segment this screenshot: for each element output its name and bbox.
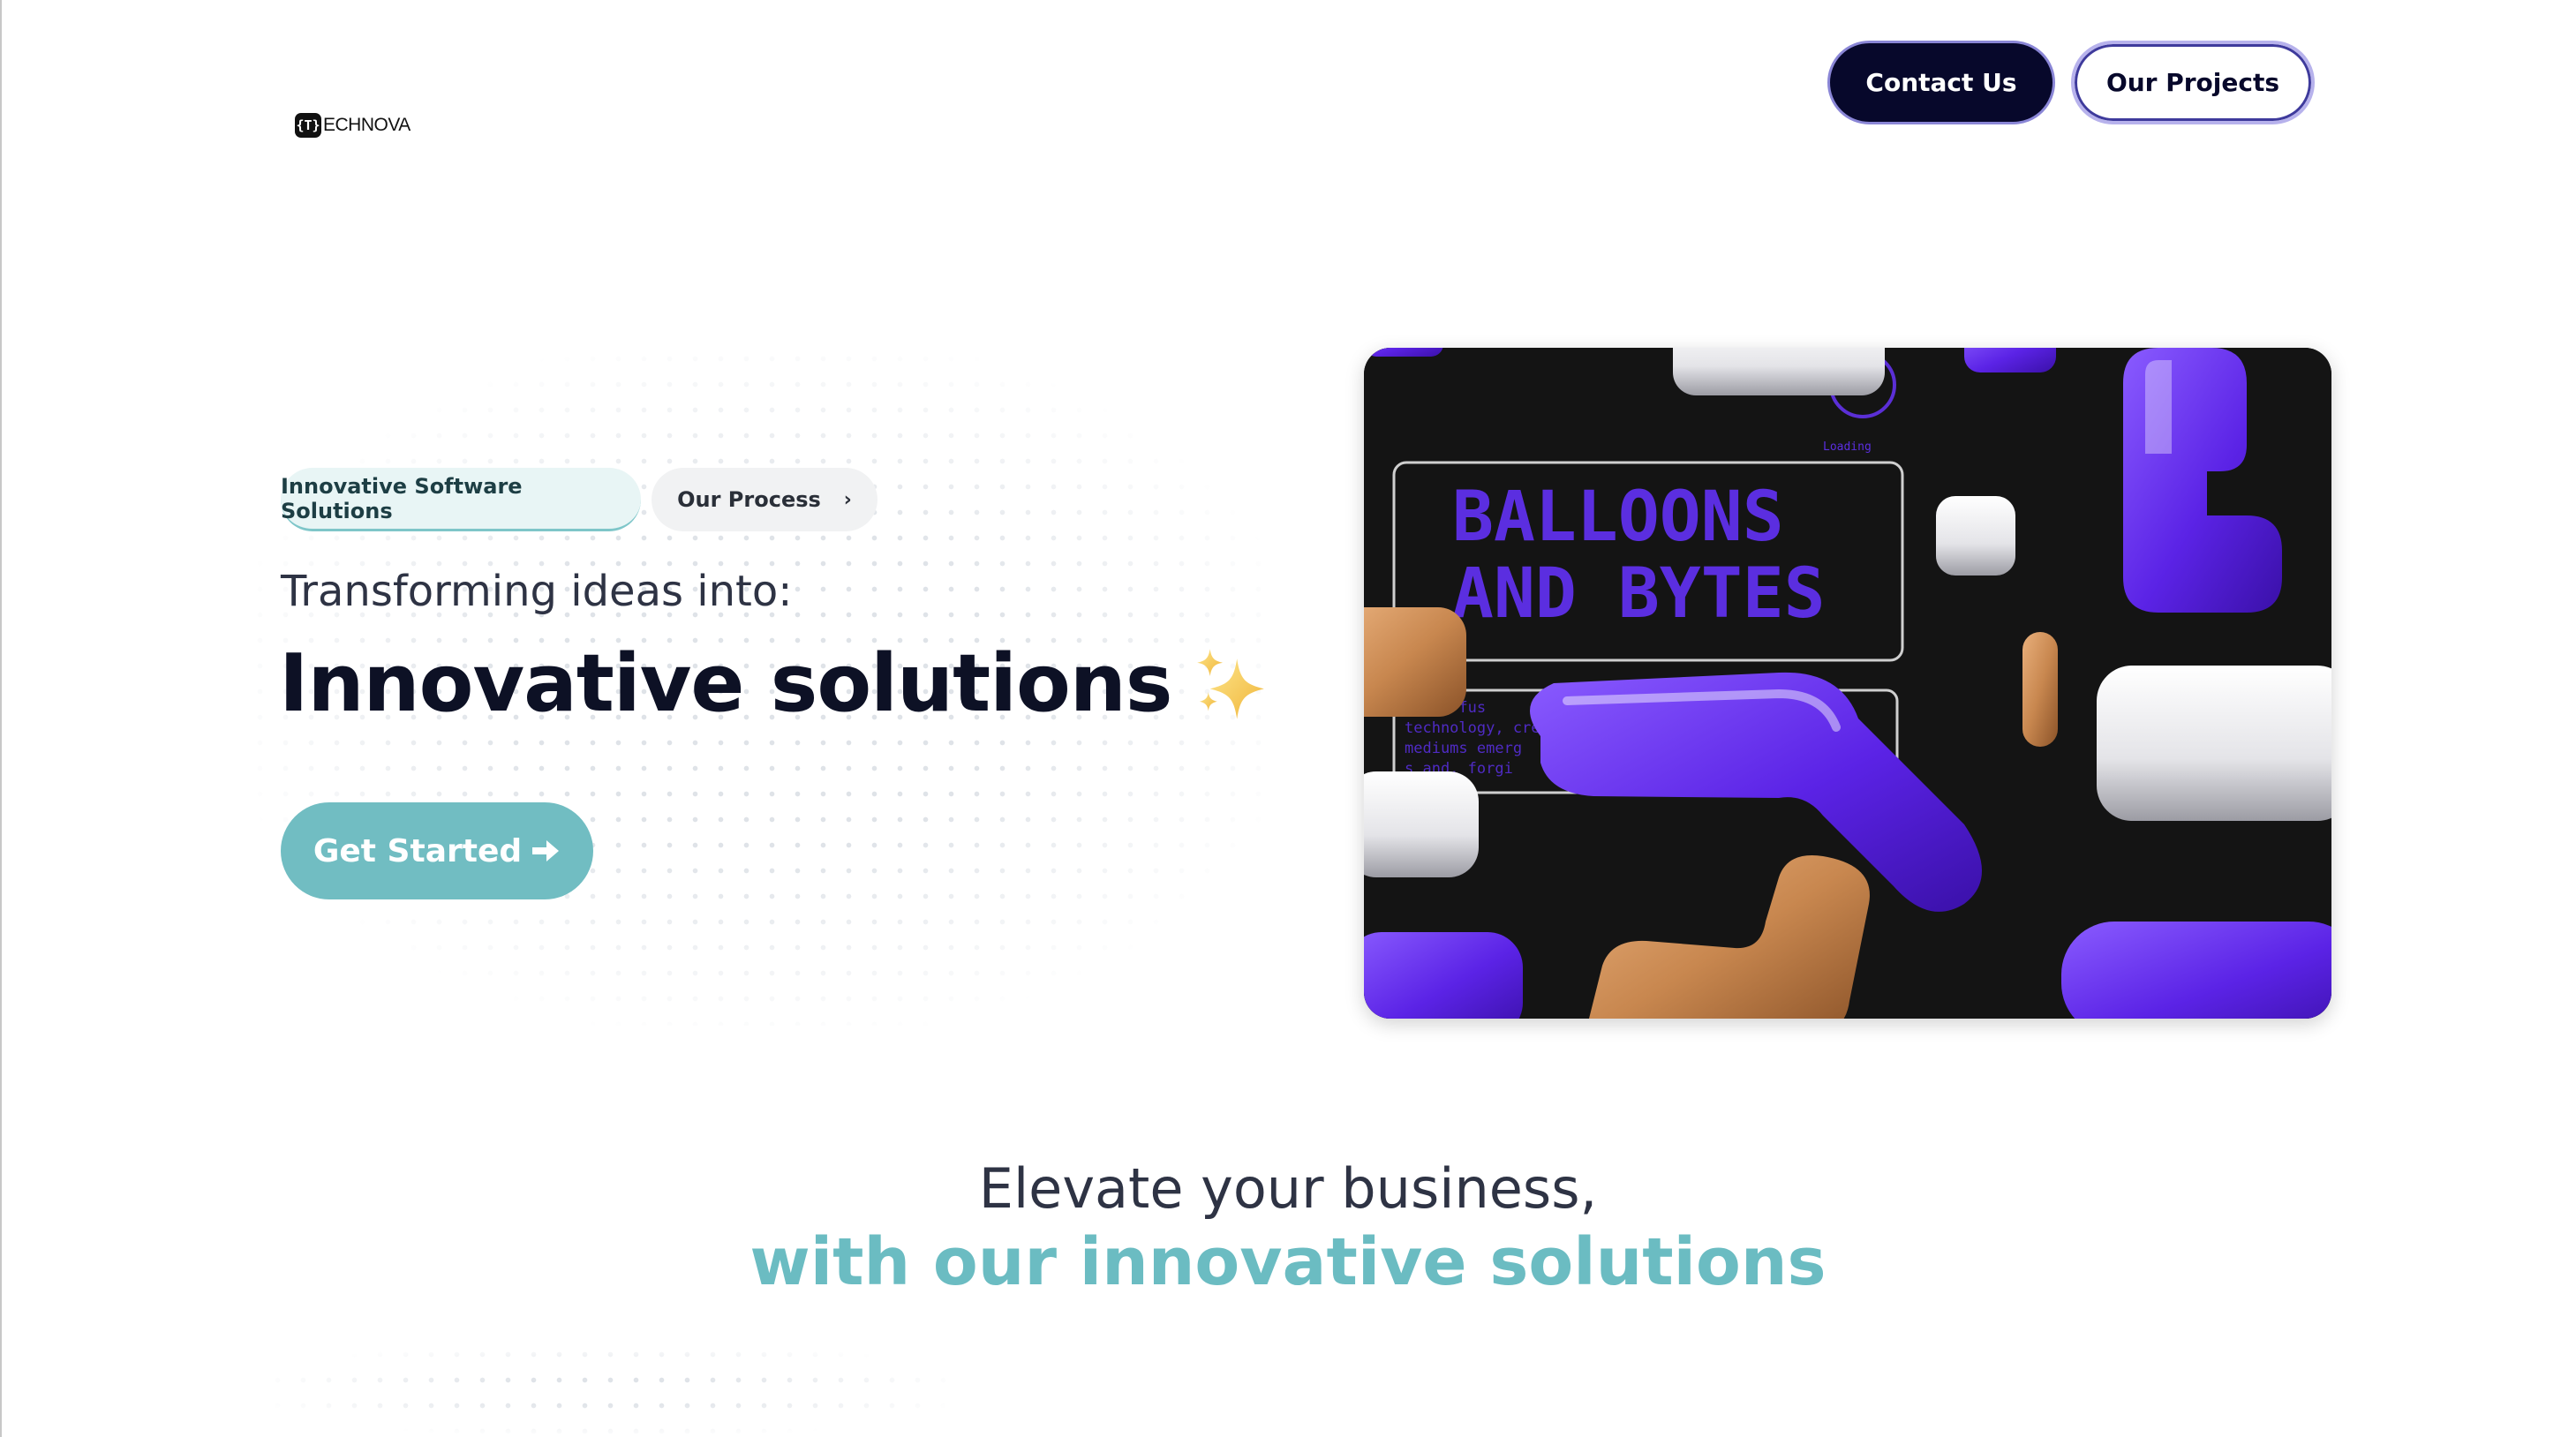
hero-headline: Innovative solutions bbox=[279, 637, 1270, 730]
logo-text: ECHNOVA bbox=[323, 115, 411, 135]
our-process-label: Our Process bbox=[677, 487, 821, 512]
hero-subheading: Transforming ideas into: bbox=[281, 567, 793, 616]
image-title-line-2: AND BYTES bbox=[1452, 554, 1826, 634]
arrow-right-icon bbox=[532, 840, 560, 861]
get-started-label: Get Started bbox=[313, 832, 523, 869]
sparkles-icon bbox=[1197, 648, 1265, 719]
section-heading-line-2: with our innovative solutions bbox=[749, 1224, 1827, 1300]
chevron-right-icon: › bbox=[843, 488, 852, 511]
brand-logo[interactable]: {T} ECHNOVA bbox=[295, 113, 411, 138]
image-body-line: mediums emerg bbox=[1405, 740, 1522, 757]
image-title-line-1: BALLOONS bbox=[1452, 478, 1784, 557]
section-heading-line-1: Elevate your business, bbox=[978, 1156, 1598, 1221]
innovative-software-solutions-badge: Innovative Software Solutions bbox=[281, 468, 641, 531]
image-body-line: technology, cre bbox=[1405, 719, 1540, 737]
get-started-button[interactable]: Get Started bbox=[281, 802, 593, 899]
contact-us-button[interactable]: Contact Us bbox=[1827, 41, 2055, 124]
hero-headline-text: Innovative solutions bbox=[279, 637, 1172, 730]
logo-mark: {T} bbox=[295, 113, 321, 138]
hero-image-balloons-and-bytes: BALLOONS AND BYTES Loading g the fus tec… bbox=[1364, 348, 2331, 1019]
our-process-link[interactable]: Our Process › bbox=[652, 468, 877, 531]
dotted-background-pattern-bottom bbox=[265, 1342, 953, 1437]
our-projects-button[interactable]: Our Projects bbox=[2071, 41, 2315, 124]
window-left-border bbox=[0, 0, 2, 1437]
image-small-label: Loading bbox=[1823, 440, 1872, 454]
